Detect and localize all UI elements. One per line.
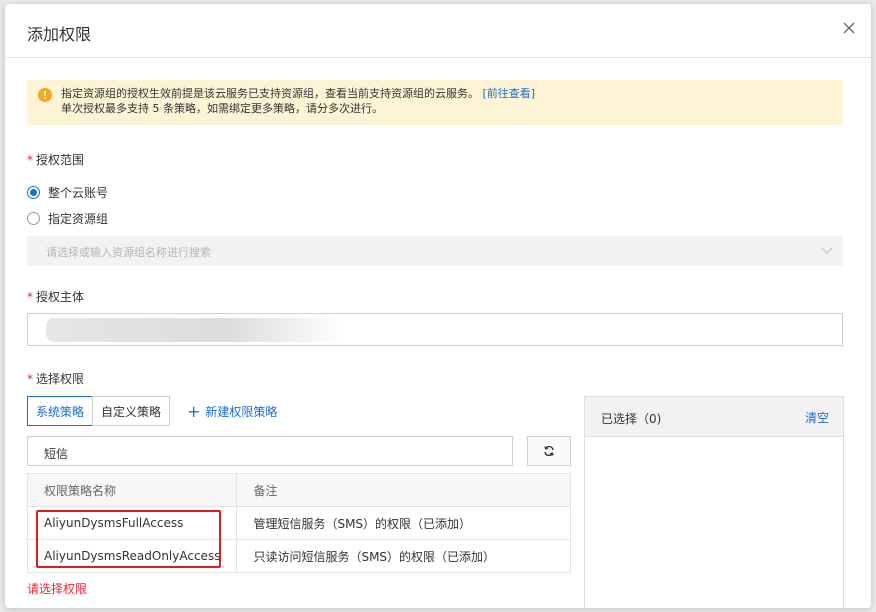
- radio-unchecked-icon[interactable]: [27, 211, 40, 225]
- table-header-row: 权限策略名称 备注: [26, 473, 571, 507]
- view-supported-link[interactable]: [前往查看]: [483, 87, 536, 100]
- alert-text: 指定资源组的授权生效前提是该云服务已支持资源组，查看当前支持资源组的云服务。 […: [61, 86, 535, 116]
- scope-label-text: 授权范围: [36, 153, 85, 167]
- add-permission-dialog: 添加权限 指定资源组的授权生效前提是该云服务已支持资源组，查看当前支持资源组的云…: [5, 4, 871, 608]
- policy-note-cell: 只读访问短信服务（SMS）的权限（已添加）: [236, 539, 571, 573]
- close-icon[interactable]: [841, 20, 857, 36]
- refresh-button[interactable]: [527, 436, 571, 466]
- dialog-title: 添加权限: [27, 25, 92, 44]
- required-mark: *: [27, 372, 33, 386]
- principal-input[interactable]: [27, 313, 843, 346]
- resource-group-select-placeholder: 请选择或输入资源组名称进行搜索: [46, 246, 211, 259]
- column-header-policy-name: 权限策略名称: [26, 473, 238, 507]
- new-policy-button[interactable]: + 新建权限策略: [187, 403, 277, 420]
- policy-note-cell: 管理短信服务（SMS）的权限（已添加）: [236, 506, 571, 540]
- tab-system-policy[interactable]: 系统策略: [27, 396, 94, 426]
- selected-panel-header: 已选择（0) 清空: [585, 397, 843, 437]
- selected-panel: 已选择（0) 清空: [584, 396, 844, 608]
- radio-label-resource-group: 指定资源组: [48, 211, 109, 226]
- new-policy-label: 新建权限策略: [205, 405, 278, 419]
- redacted-value: [46, 318, 346, 342]
- scope-label: * 授权范围: [27, 151, 84, 168]
- alert-line-2: 单次授权最多支持 5 条策略，如需绑定更多策略，请分多次进行。: [61, 102, 383, 115]
- radio-label-whole-account: 整个云账号: [48, 185, 109, 200]
- radio-resource-group[interactable]: 指定资源组: [27, 210, 108, 226]
- column-header-note: 备注: [236, 473, 571, 507]
- highlight-box: [36, 510, 221, 568]
- resource-group-select: 请选择或输入资源组名称进行搜索: [27, 236, 843, 266]
- warning-icon: [38, 88, 52, 102]
- alert-line-1: 指定资源组的授权生效前提是该云服务已支持资源组，查看当前支持资源组的云服务。: [61, 87, 479, 100]
- policy-search-value: 短信: [44, 447, 69, 461]
- refresh-icon: [544, 445, 554, 457]
- required-mark: *: [27, 290, 33, 304]
- chevron-down-icon: [821, 247, 833, 254]
- dialog-header: 添加权限: [5, 4, 871, 58]
- validation-error: 请选择权限: [27, 582, 88, 596]
- info-alert: 指定资源组的授权生效前提是该云服务已支持资源组，查看当前支持资源组的云服务。 […: [27, 80, 843, 125]
- plus-icon: +: [187, 401, 201, 421]
- policy-type-tabs: 系统策略 自定义策略: [27, 396, 171, 426]
- required-mark: *: [27, 153, 33, 167]
- radio-whole-account[interactable]: 整个云账号: [27, 184, 108, 200]
- clear-button[interactable]: 清空: [805, 409, 829, 426]
- principal-label-text: 授权主体: [36, 290, 85, 304]
- selected-count: 已选择（0): [601, 412, 662, 426]
- radio-checked-icon[interactable]: [27, 185, 40, 199]
- policy-search-input[interactable]: 短信: [27, 436, 513, 466]
- permissions-label: * 选择权限: [27, 370, 84, 387]
- permissions-label-text: 选择权限: [36, 372, 85, 386]
- principal-label: * 授权主体: [27, 288, 84, 305]
- tab-custom-policy[interactable]: 自定义策略: [92, 396, 171, 426]
